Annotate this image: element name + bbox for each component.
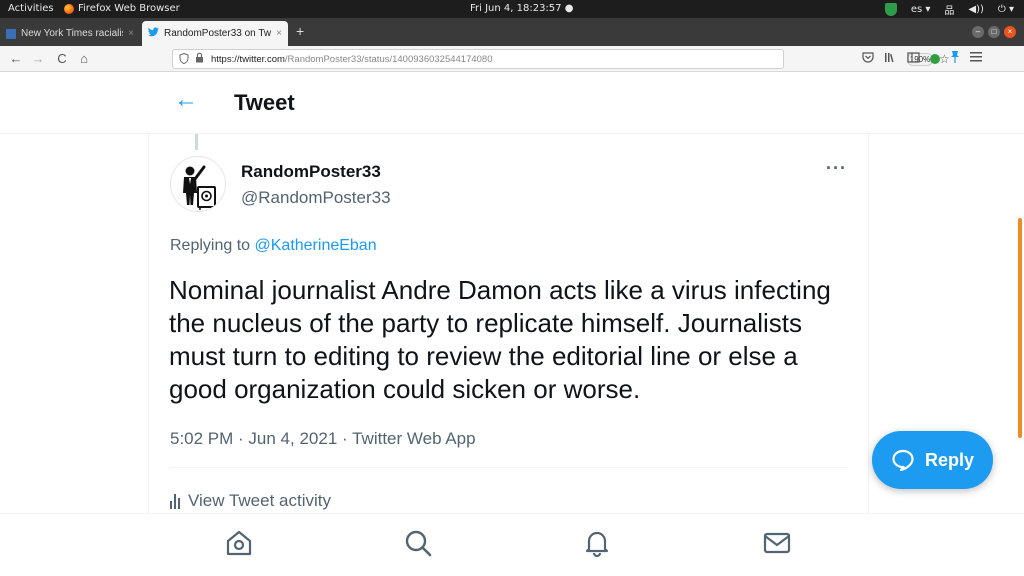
menu-icon[interactable] <box>970 52 982 65</box>
display-name[interactable]: RandomPoster33 <box>241 162 381 182</box>
power-icon[interactable]: ⏻ ▾ <box>998 4 1014 15</box>
bottom-navigation <box>0 513 1024 576</box>
sidebar-icon[interactable] <box>907 51 920 66</box>
system-top-bar: Activities Firefox Web Browser Fri Jun 4… <box>0 0 1024 18</box>
column-border-left <box>148 134 149 514</box>
forward-button[interactable]: → <box>30 51 46 67</box>
reply-label: Reply <box>924 449 975 470</box>
twitter-bird-icon <box>148 27 159 40</box>
twitter-page: ← Tweet RandomPoster33 @RandomPoster33 ·… <box>0 72 1024 576</box>
thread-connector <box>195 134 198 150</box>
tab-title: New York Times racialist <box>21 28 124 39</box>
tab-bar: New York Times racialist × RandomPoster3… <box>0 18 1024 46</box>
separator: · <box>337 429 353 448</box>
search-icon[interactable] <box>403 528 433 558</box>
avatar[interactable] <box>170 156 226 212</box>
tab-title: RandomPoster33 on Twit <box>164 28 272 39</box>
firefox-icon <box>64 3 74 14</box>
notifications-bell-icon[interactable] <box>582 528 612 558</box>
pocket-icon[interactable] <box>862 51 874 66</box>
tab-close-icon[interactable]: × <box>276 28 282 39</box>
more-options-icon[interactable]: ··· <box>826 158 847 179</box>
back-button[interactable]: ← <box>8 51 24 67</box>
home-button[interactable]: ⌂ <box>76 51 92 67</box>
speech-bubble-icon <box>892 449 914 471</box>
system-tray[interactable]: es ▾ 品 ◀)) ⏻ ▾ <box>884 2 1014 17</box>
language-indicator[interactable]: es ▾ <box>911 4 931 15</box>
lock-icon[interactable] <box>195 52 204 66</box>
view-tweet-activity-link[interactable]: View Tweet activity <box>170 491 331 511</box>
replying-to: Replying to @KatherineEban <box>170 237 377 255</box>
security-shield-icon[interactable] <box>884 3 897 16</box>
replying-prefix: Replying to <box>170 237 251 254</box>
back-arrow-icon[interactable]: ← <box>172 86 200 114</box>
messages-envelope-icon[interactable] <box>762 528 792 558</box>
library-icon[interactable] <box>884 52 897 66</box>
volume-icon[interactable]: ◀)) <box>968 4 984 15</box>
tweet-date[interactable]: Jun 4, 2021 <box>248 429 337 448</box>
extension-blue-icon[interactable] <box>950 51 960 66</box>
clock[interactable]: Fri Jun 4, 18:23:57 ● <box>470 3 573 14</box>
scrollbar-thumb[interactable] <box>1018 218 1022 438</box>
url-host: https://twitter.com <box>211 54 285 65</box>
analytics-bars-icon <box>170 493 180 509</box>
separator: · <box>233 429 249 448</box>
new-tab-button[interactable]: + <box>296 23 304 39</box>
home-icon[interactable] <box>224 528 254 558</box>
url-path: /RandomPoster33/status/14009360325441740… <box>284 54 493 65</box>
user-handle[interactable]: @RandomPoster33 <box>241 188 391 208</box>
tab-close-icon[interactable]: × <box>128 28 134 39</box>
network-icon[interactable]: 品 <box>944 2 954 17</box>
url-bar[interactable]: https://twitter.com/RandomPoster33/statu… <box>172 49 950 69</box>
person-with-safe-icon <box>183 165 216 210</box>
minimize-button[interactable]: – <box>972 26 984 38</box>
app-menu[interactable]: Firefox Web Browser <box>64 3 180 14</box>
maximize-button[interactable]: □ <box>988 26 1000 38</box>
tab-twitter[interactable]: RandomPoster33 on Twit × <box>142 21 288 46</box>
shield-icon[interactable] <box>179 52 189 67</box>
toolbar-icons <box>862 51 982 66</box>
window-controls: – □ × <box>972 26 1016 38</box>
tweet-metadata: 5:02 PM · Jun 4, 2021 · Twitter Web App <box>170 429 476 449</box>
activity-label: View Tweet activity <box>188 491 331 510</box>
app-name: Firefox Web Browser <box>78 3 180 14</box>
activities-button[interactable]: Activities <box>8 3 54 14</box>
tweet-source: Twitter Web App <box>352 429 476 448</box>
tab-nyt[interactable]: New York Times racialist × <box>0 21 140 46</box>
navigation-toolbar: ← → C ⌂ https://twitter.com/RandomPoster… <box>0 46 1024 72</box>
reload-button[interactable]: C <box>54 51 70 67</box>
tweet-time[interactable]: 5:02 PM <box>170 429 233 448</box>
page-header: ← Tweet <box>0 72 1024 134</box>
divider <box>170 467 848 468</box>
column-border-right <box>868 134 869 514</box>
favicon-grid-icon <box>6 28 16 39</box>
close-window-button[interactable]: × <box>1004 26 1016 38</box>
reply-button[interactable]: Reply <box>872 431 993 489</box>
extension-green-icon[interactable] <box>930 53 940 64</box>
page-title: Tweet <box>234 90 295 115</box>
mention-link[interactable]: @KatherineEban <box>255 237 377 254</box>
tweet-text: Nominal journalist Andre Damon acts like… <box>169 275 831 404</box>
page-scrollbar[interactable] <box>1016 72 1024 576</box>
url-text[interactable]: https://twitter.com/RandomPoster33/statu… <box>211 54 493 65</box>
